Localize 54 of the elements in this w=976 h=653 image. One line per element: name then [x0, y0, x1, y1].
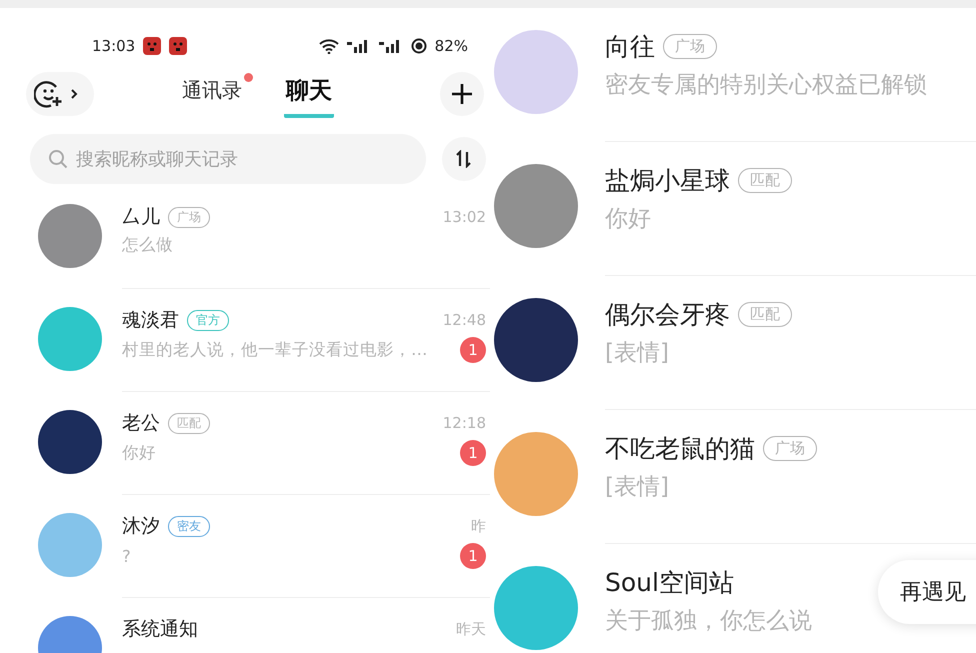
unread-badge: 1 [460, 543, 486, 569]
search-field[interactable]: 搜索昵称或聊天记录 [30, 134, 426, 184]
plus-icon [451, 83, 473, 105]
relation-tag: 匹配 [738, 168, 792, 193]
contact-name: Soul空间站 [605, 567, 734, 599]
add-friend-button[interactable] [26, 72, 94, 116]
unread-badge: 1 [460, 337, 486, 363]
sort-icon [455, 150, 473, 168]
message-preview: [表情] [605, 339, 669, 368]
message-preview: 密友专属的特别关心权益已解锁 [605, 71, 927, 100]
relation-tag: 官方 [187, 310, 229, 330]
message-time: 12:48 [442, 311, 486, 329]
notification-dot [244, 72, 253, 82]
contact-name: 系统通知 [122, 617, 198, 642]
floating-bubble[interactable]: 再遇见 [878, 560, 976, 624]
relation-tag: 匹配 [168, 412, 210, 434]
contact-name: 老公 [122, 411, 160, 436]
tab[interactable]: 聊天 [284, 70, 334, 118]
contact-name: 盐焗小星球 [605, 165, 730, 197]
message-time: 13:02 [442, 208, 486, 226]
ring-icon [410, 38, 427, 54]
message-preview: 你好 [122, 442, 156, 464]
contact-name: 厶儿 [122, 205, 160, 230]
smiley-plus-icon [34, 79, 64, 109]
chevron-right-icon [70, 88, 78, 100]
status-time: 13:03 [92, 37, 136, 55]
message-preview: 关于孤独，你怎么说 [605, 607, 812, 636]
contact-name: 不吃老鼠的猫 [605, 433, 755, 465]
relation-tag: 广场 [663, 34, 717, 59]
unread-badge: 1 [460, 440, 486, 466]
add-button[interactable] [440, 72, 484, 116]
relation-tag: 广场 [168, 206, 210, 228]
message-preview: 村里的老人说，他一辈子没看过电影，… [122, 339, 428, 361]
contact-name: 魂淡君 [122, 308, 179, 333]
search-icon [48, 149, 68, 169]
relation-tag: 密友 [168, 516, 210, 536]
wifi-icon [318, 38, 339, 54]
message-preview: 你好 [605, 205, 651, 234]
app-notification-icon [169, 37, 188, 55]
relation-tag: 匹配 [738, 302, 792, 327]
contact-name: 偶尔会牙疼 [605, 299, 730, 331]
relation-tag: 广场 [763, 436, 817, 461]
tab[interactable]: 通讯录 [180, 70, 254, 118]
message-preview: 怎么做 [122, 234, 173, 256]
contact-name: 向往 [605, 31, 655, 63]
message-time: 12:18 [442, 414, 486, 432]
message-time: 昨 [471, 516, 486, 536]
app-notification-icon [143, 37, 162, 55]
message-time: 昨天 [456, 620, 486, 638]
contact-name: 沐汐 [122, 514, 160, 539]
sort-button[interactable] [442, 137, 486, 181]
battery-level: 82% [434, 37, 468, 55]
message-preview: [表情] [605, 473, 669, 502]
message-preview: ? [122, 546, 131, 566]
